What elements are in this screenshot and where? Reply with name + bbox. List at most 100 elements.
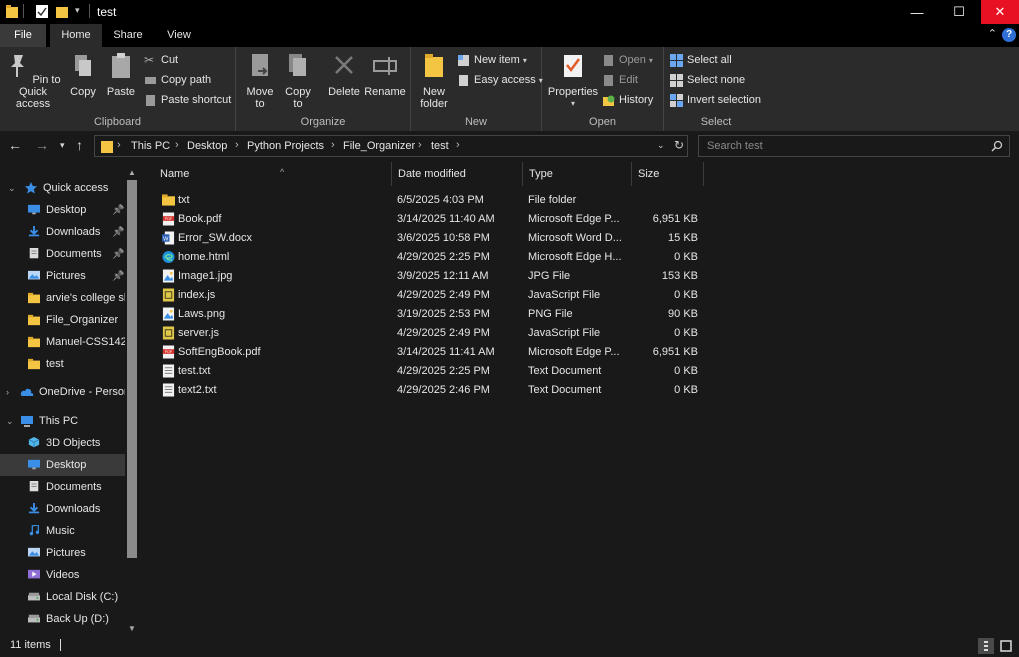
column-header-size[interactable]: Size — [632, 162, 704, 186]
nav-item-desktop[interactable]: Desktop 📌 — [0, 199, 125, 221]
file-row[interactable]: Image1.jpg 3/9/2025 12:11 AM JPG File 153 K… — [142, 267, 1019, 286]
pin-icon[interactable]: 📌 — [112, 249, 124, 260]
nav-item-manuel-css142l[interactable]: Manuel-CSS142L — [0, 331, 125, 353]
file-date: 3/19/2025 2:53 PM — [397, 308, 490, 320]
up-button[interactable]: ↑ — [76, 137, 83, 153]
nav-item-pictures[interactable]: Pictures — [0, 542, 125, 564]
copy-to-label: Copy to — [285, 86, 311, 110]
word-icon: W — [162, 231, 175, 245]
history-button[interactable]: History — [602, 91, 653, 109]
easy-access-button[interactable]: Easy access ▾ — [457, 71, 543, 89]
folder-icon — [27, 358, 41, 370]
nav-item-documents[interactable]: Documents 📌 — [0, 243, 125, 265]
column-header-type[interactable]: Type — [523, 162, 632, 186]
search-input[interactable]: Search test — [698, 135, 1010, 157]
pin-icon[interactable]: 📌 — [112, 271, 124, 282]
customize-quick-access-icon[interactable]: ▾ — [75, 5, 80, 16]
collapse-ribbon-icon[interactable]: ⌃ — [988, 27, 997, 40]
breadcrumb-python-projects[interactable]: Python Projects — [247, 140, 324, 152]
copy-button[interactable]: Copy — [66, 51, 100, 98]
select-none-button[interactable]: Select none — [670, 71, 745, 89]
properties-button[interactable]: Properties ▾ — [546, 51, 600, 110]
tab-home[interactable]: Home — [50, 24, 102, 47]
nav-item-3d-objects[interactable]: 3D Objects — [0, 432, 125, 454]
nav-this-pc[interactable]: ⌄ This PC — [0, 410, 125, 432]
nav-item-arvie-s-college-sh[interactable]: arvie's college sh — [0, 287, 125, 309]
paste-shortcut-button[interactable]: Paste shortcut — [144, 91, 231, 109]
delete-button[interactable]: Delete — [324, 51, 364, 98]
copy-to-button[interactable]: Copy to — [280, 51, 316, 110]
properties-icon[interactable] — [36, 5, 48, 18]
file-row[interactable]: PDF Book.pdf 3/14/2025 11:40 AM Microsoft E… — [142, 210, 1019, 229]
invert-selection-button[interactable]: Invert selection — [670, 91, 761, 109]
new-item-button[interactable]: New item ▾ — [457, 51, 527, 69]
pdf-icon: PDF — [162, 212, 175, 226]
file-size: 0 KB — [674, 289, 698, 301]
back-button[interactable]: ← — [8, 137, 22, 153]
file-row[interactable]: PDF SoftEngBook.pdf 3/14/2025 11:41 AM Micr… — [142, 343, 1019, 362]
copy-path-button[interactable]: Copy path — [144, 71, 211, 89]
help-icon[interactable]: ? — [1002, 28, 1016, 42]
file-row[interactable]: home.html 4/29/2025 2:25 PM Microsoft Edge… — [142, 248, 1019, 267]
address-dropdown-icon[interactable]: ⌄ — [657, 140, 665, 151]
scroll-up-icon[interactable]: ▲ — [128, 168, 136, 177]
paste-shortcut-icon — [146, 94, 155, 106]
tab-file[interactable]: File — [0, 24, 46, 47]
nav-item-local-disk-c[interactable]: Local Disk (C:) — [0, 586, 125, 608]
paste-button[interactable]: Paste — [104, 51, 138, 98]
nav-item-documents[interactable]: Documents — [0, 476, 125, 498]
scroll-down-icon[interactable]: ▼ — [128, 624, 136, 633]
large-icons-view-icon[interactable] — [998, 638, 1014, 654]
column-header-date-modified[interactable]: Date modified — [392, 162, 523, 186]
address-bar[interactable]: › This PC › Desktop › Python Projects › … — [94, 135, 688, 157]
nav-scrollbar[interactable]: ▲ ▼ — [125, 166, 139, 634]
pin-icon[interactable]: 📌 — [112, 227, 124, 238]
nav-item-file-organizer[interactable]: File_Organizer — [0, 309, 125, 331]
file-name: SoftEngBook.pdf — [178, 346, 261, 358]
breadcrumb-test[interactable]: test — [431, 140, 449, 152]
file-row[interactable]: server.js 4/29/2025 2:49 PM JavaScript Fil… — [142, 324, 1019, 343]
new-folder-button[interactable]: New folder — [415, 51, 453, 110]
minimize-button[interactable]: — — [898, 0, 936, 24]
nav-item-downloads[interactable]: Downloads — [0, 498, 125, 520]
nav-onedrive[interactable]: › OneDrive - Persor — [0, 381, 125, 403]
nav-item-back-up-d[interactable]: Back Up (D:) — [0, 608, 125, 630]
file-row[interactable]: test.txt 4/29/2025 2:25 PM Text Document 0 … — [142, 362, 1019, 381]
forward-button[interactable]: → — [35, 137, 49, 153]
select-all-button[interactable]: Select all — [670, 51, 732, 69]
select-all-label: Select all — [687, 54, 732, 66]
cut-button[interactable]: ✂ Cut — [144, 51, 178, 69]
breadcrumb-desktop[interactable]: Desktop — [187, 140, 227, 152]
nav-item-test[interactable]: test — [0, 353, 125, 375]
pin-icon[interactable]: 📌 — [112, 205, 124, 216]
nav-item-music[interactable]: Music — [0, 520, 125, 542]
details-view-icon[interactable] — [978, 638, 994, 654]
move-to-button[interactable]: Move to — [242, 51, 278, 110]
close-button[interactable]: ✕ — [981, 0, 1019, 24]
file-row[interactable]: Laws.png 3/19/2025 2:53 PM PNG File 90 KB — [142, 305, 1019, 324]
refresh-icon[interactable]: ↻ — [674, 138, 684, 152]
tab-share[interactable]: Share — [104, 24, 152, 47]
pin-to-quick-access-button[interactable]: Pin to Quick access — [2, 51, 64, 110]
scrollbar-thumb[interactable] — [127, 180, 137, 558]
open-button[interactable]: Open ▾ — [602, 51, 653, 69]
file-row[interactable]: txt 6/5/2025 4:03 PM File folder — [142, 191, 1019, 210]
edit-button[interactable]: Edit — [602, 71, 638, 89]
nav-item-downloads[interactable]: Downloads 📌 — [0, 221, 125, 243]
new-folder-icon[interactable] — [56, 5, 68, 18]
rename-icon — [373, 57, 397, 75]
nav-item-videos[interactable]: Videos — [0, 564, 125, 586]
column-header-name[interactable]: ^ Name — [154, 162, 392, 186]
breadcrumb-this-pc[interactable]: This PC — [131, 140, 170, 152]
nav-item-desktop[interactable]: Desktop — [0, 454, 125, 476]
nav-quick-access[interactable]: ⌄ Quick access — [0, 177, 125, 199]
rename-button[interactable]: Rename — [364, 51, 406, 98]
recent-locations-button[interactable]: ▾ — [60, 140, 65, 151]
tab-view[interactable]: View — [154, 24, 204, 47]
breadcrumb-file-organizer[interactable]: File_Organizer — [343, 140, 415, 152]
file-row[interactable]: W Error_SW.docx 3/6/2025 10:58 PM Microsoft… — [142, 229, 1019, 248]
file-row[interactable]: index.js 4/29/2025 2:49 PM JavaScript File… — [142, 286, 1019, 305]
file-row[interactable]: text2.txt 4/29/2025 2:46 PM Text Document 0… — [142, 381, 1019, 400]
nav-item-pictures[interactable]: Pictures 📌 — [0, 265, 125, 287]
maximize-button[interactable]: ☐ — [940, 0, 978, 24]
